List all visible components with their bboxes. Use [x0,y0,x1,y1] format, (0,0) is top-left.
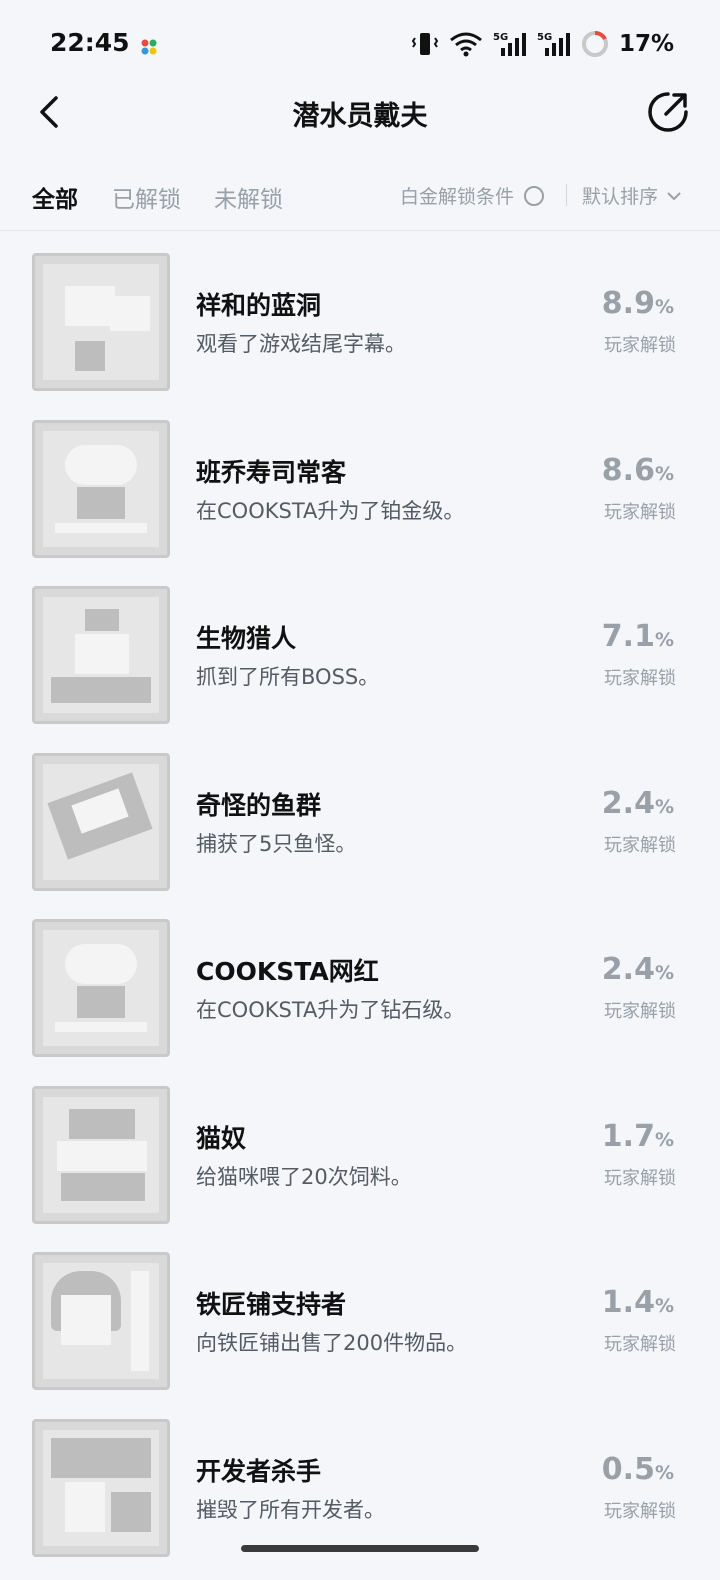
radio-circle-icon [524,186,544,206]
achievement-badge-icon [32,1252,170,1390]
unlock-label: 玩家解锁 [604,331,676,357]
top-nav: 潜水员戴夫 [0,80,720,144]
svg-text:5G: 5G [493,32,508,43]
achievement-name: 奇怪的鱼群 [196,786,321,822]
achievement-description: 捕获了5只鱼怪。 [196,828,356,858]
unlock-label: 玩家解锁 [604,997,676,1023]
filter-divider [566,184,567,206]
achievement-name: 班乔寿司常客 [196,453,346,489]
sort-dropdown[interactable]: 默认排序 [582,182,682,209]
unlock-percent: 1.4% [602,1285,674,1320]
app-notification-icon [140,38,158,56]
platinum-condition-label: 白金解锁条件 [400,182,514,209]
unlock-percent: 8.9% [602,286,674,321]
platinum-condition-toggle[interactable]: 白金解锁条件 [400,182,544,209]
tab-locked[interactable]: 未解锁 [214,180,283,214]
achievement-badge-icon [32,253,170,391]
achievement-description: 向铁匠铺出售了200件物品。 [196,1327,467,1357]
unlock-label: 玩家解锁 [604,498,676,524]
achievement-list: 祥和的蓝洞 观看了游戏结尾字幕。 8.9% 玩家解锁 班乔寿司常客 在COOKS… [0,248,720,1580]
unlock-label: 玩家解锁 [604,1164,676,1190]
achievement-item[interactable]: 铁匠铺支持者 向铁匠铺出售了200件物品。 1.4% 玩家解锁 [0,1247,720,1414]
tab-unlocked[interactable]: 已解锁 [112,180,181,214]
unlock-percent: 1.7% [602,1119,674,1154]
achievement-description: 给猫咪喂了20次饲料。 [196,1161,412,1191]
wifi-icon [449,31,483,57]
achievement-item[interactable]: 班乔寿司常客 在COOKSTA升为了铂金级。 8.6% 玩家解锁 [0,415,720,582]
battery-percent: 17% [619,31,674,57]
unlock-percent: 7.1% [602,619,674,654]
home-indicator[interactable] [241,1545,479,1552]
unlock-percent: 0.5% [602,1452,674,1487]
sort-label: 默认排序 [582,182,658,209]
achievement-description: 在COOKSTA升为了铂金级。 [196,495,464,525]
unlock-label: 玩家解锁 [604,1497,676,1523]
achievement-description: 在COOKSTA升为了钻石级。 [196,994,464,1024]
achievement-item[interactable]: 生物猎人 抓到了所有BOSS。 7.1% 玩家解锁 [0,581,720,748]
status-icons: 5G 5G 17% [411,30,674,58]
unlock-percent: 8.6% [602,453,674,488]
achievement-name: 猫奴 [196,1119,246,1155]
share-icon[interactable] [646,90,690,134]
achievement-badge-icon [32,420,170,558]
achievement-description: 观看了游戏结尾字幕。 [196,328,406,358]
achievement-item[interactable]: 开发者杀手 摧毁了所有开发者。 0.5% 玩家解锁 [0,1414,720,1580]
achievement-badge-icon [32,1086,170,1224]
battery-icon [581,30,609,58]
achievement-description: 摧毁了所有开发者。 [196,1494,385,1524]
unlock-percent: 2.4% [602,952,674,987]
achievement-name: 生物猎人 [196,619,296,655]
achievement-name: 祥和的蓝洞 [196,286,321,322]
achievement-badge-icon [32,753,170,891]
filter-bar: 全部 已解锁 未解锁 白金解锁条件 默认排序 [0,168,720,220]
achievement-item[interactable]: 奇怪的鱼群 捕获了5只鱼怪。 2.4% 玩家解锁 [0,748,720,915]
unlock-label: 玩家解锁 [604,831,676,857]
page-title: 潜水员戴夫 [0,94,720,133]
achievement-badge-icon [32,586,170,724]
tab-all[interactable]: 全部 [32,180,78,214]
achievement-item[interactable]: 猫奴 给猫咪喂了20次饲料。 1.7% 玩家解锁 [0,1081,720,1248]
signal-5g-icon: 5G [493,30,527,58]
achievement-badge-icon [32,1419,170,1557]
status-bar: 22:45 5G 5G 17% [0,0,720,92]
chevron-down-icon [666,190,682,202]
achievement-name: COOKSTA网红 [196,952,379,988]
achievement-badge-icon [32,919,170,1057]
unlock-label: 玩家解锁 [604,1330,676,1356]
filter-separator [0,230,720,231]
vibrate-icon [411,31,439,57]
status-time: 22:45 [50,28,130,57]
svg-text:5G: 5G [537,32,552,43]
unlock-label: 玩家解锁 [604,664,676,690]
achievement-name: 铁匠铺支持者 [196,1285,346,1321]
achievement-item[interactable]: COOKSTA网红 在COOKSTA升为了钻石级。 2.4% 玩家解锁 [0,914,720,1081]
unlock-percent: 2.4% [602,786,674,821]
achievement-name: 开发者杀手 [196,1452,321,1488]
signal-5g-icon-2: 5G [537,30,571,58]
achievement-item[interactable]: 祥和的蓝洞 观看了游戏结尾字幕。 8.9% 玩家解锁 [0,248,720,415]
achievement-description: 抓到了所有BOSS。 [196,661,379,691]
